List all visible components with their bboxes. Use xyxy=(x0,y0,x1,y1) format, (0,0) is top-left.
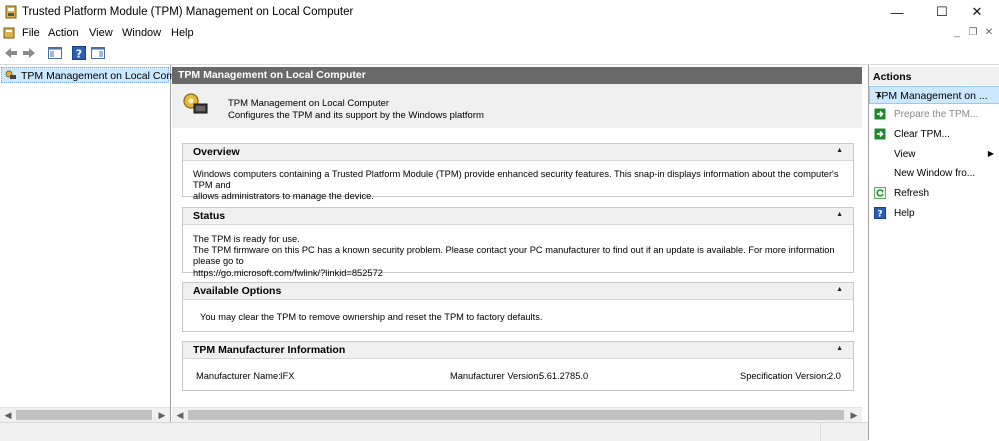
manufacturer-name-value: IFX xyxy=(280,371,295,381)
available-options-section-header[interactable]: Available Options ▲ xyxy=(183,283,853,300)
svg-text:?: ? xyxy=(76,48,82,61)
scroll-right-arrow-icon[interactable]: ▶ xyxy=(847,409,861,421)
console-tree: TPM Management on Local Comp ◀ ▶ xyxy=(0,65,181,422)
collapse-up-arrow-icon[interactable]: ▲ xyxy=(875,90,993,99)
menu-action[interactable]: Action xyxy=(48,27,79,39)
tpm-key-icon xyxy=(5,70,16,79)
status-line-3: https://go.microsoft.com/fwlink/?linkid=… xyxy=(193,267,383,278)
action-clear-tpm-label: Clear TPM... xyxy=(894,129,950,140)
minimize-button[interactable]: — xyxy=(875,0,919,24)
help-icon: ? xyxy=(874,207,886,219)
available-options-body: You may clear the TPM to remove ownershi… xyxy=(200,312,843,323)
actions-pane: Actions TPM Management on ... ▲ Prepare … xyxy=(868,65,999,440)
green-arrow-icon xyxy=(874,128,886,140)
collapse-caret-icon[interactable]: ▲ xyxy=(836,286,843,293)
show-hide-console-tree-icon[interactable] xyxy=(47,45,63,61)
tree-node-label: TPM Management on Local Comp xyxy=(21,70,181,82)
specification-version-value: 2.0 xyxy=(828,371,841,381)
available-options-line-1: You may clear the TPM to remove ownershi… xyxy=(200,312,543,322)
action-refresh-label: Refresh xyxy=(894,188,930,199)
actions-header: Actions xyxy=(869,67,999,85)
overview-title: Overview xyxy=(193,146,240,158)
manufacturer-version-value: 5.61.2785.0 xyxy=(539,371,589,381)
tpm-manufacturer-title: TPM Manufacturer Information xyxy=(193,344,346,356)
menu-view[interactable]: View xyxy=(89,27,113,39)
mdi-minimize-button[interactable]: _ xyxy=(950,27,964,39)
action-clear-tpm[interactable]: Clear TPM... xyxy=(869,125,999,145)
title-bar: Trusted Platform Module (TPM) Management… xyxy=(0,0,999,24)
tpm-chip-key-icon xyxy=(183,93,208,114)
menu-help[interactable]: Help xyxy=(171,27,194,39)
results-pane: TPM Management on Local Computer TPM Man… xyxy=(172,65,866,422)
results-pane-title: TPM Management on Local Computer xyxy=(178,69,366,81)
results-pane-header: TPM Management on Local Computer xyxy=(172,67,862,84)
overview-body: Windows computers containing a Trusted P… xyxy=(193,169,843,203)
intro-title: TPM Management on Local Computer xyxy=(228,98,390,109)
close-button[interactable]: ✕ xyxy=(955,0,999,24)
available-options-title: Available Options xyxy=(193,285,282,297)
scroll-thumb[interactable] xyxy=(16,410,152,420)
scroll-right-arrow-icon[interactable]: ▶ xyxy=(155,409,169,421)
action-prepare-tpm[interactable]: Prepare the TPM... xyxy=(869,105,999,125)
action-view[interactable]: View ▶ xyxy=(869,145,999,165)
green-arrow-icon xyxy=(874,108,886,120)
action-refresh[interactable]: Refresh xyxy=(869,184,999,204)
action-view-label: View xyxy=(894,149,916,160)
status-body: The TPM is ready for use. The TPM firmwa… xyxy=(193,234,843,279)
manufacturer-name-label: Manufacturer Name: xyxy=(196,371,281,381)
refresh-icon xyxy=(874,187,886,199)
menu-window[interactable]: Window xyxy=(122,27,161,39)
intro-description: Configures the TPM and its support by th… xyxy=(228,110,484,121)
submenu-arrow-icon: ▶ xyxy=(987,149,994,158)
available-options-section: Available Options ▲ You may clear the TP… xyxy=(182,282,854,332)
specification-version-label: Specification Version: xyxy=(740,371,829,381)
status-section-header[interactable]: Status ▲ xyxy=(183,208,853,225)
action-help[interactable]: ? Help xyxy=(869,204,999,224)
toolbar: ? xyxy=(0,42,999,65)
collapse-caret-icon[interactable]: ▲ xyxy=(836,147,843,154)
menu-bar: File Action View Window Help _ ❐ ✕ xyxy=(0,24,999,42)
overview-section-header[interactable]: Overview ▲ xyxy=(183,144,853,161)
manufacturer-version-label: Manufacturer Version: xyxy=(450,371,541,381)
mdi-restore-button[interactable]: ❐ xyxy=(966,27,980,39)
status-title: Status xyxy=(193,210,226,222)
status-bar-segment xyxy=(820,423,869,441)
action-new-window[interactable]: New Window fro... xyxy=(869,164,999,184)
mmc-app-icon xyxy=(5,5,17,19)
collapse-caret-icon[interactable]: ▲ xyxy=(836,345,843,352)
actions-header-label: Actions xyxy=(873,71,912,83)
svg-text:?: ? xyxy=(877,210,882,220)
status-section: Status ▲ The TPM is ready for use. The T… xyxy=(182,207,854,278)
scroll-thumb[interactable] xyxy=(188,410,844,420)
document-system-menu-icon[interactable] xyxy=(3,27,15,39)
action-prepare-tpm-label: Prepare the TPM... xyxy=(894,109,979,120)
tree-node-tpm-management[interactable]: TPM Management on Local Comp xyxy=(1,67,181,83)
collapse-caret-icon[interactable]: ▲ xyxy=(836,211,843,218)
status-line-1: The TPM is ready for use. xyxy=(193,234,300,244)
tpm-manufacturer-section: TPM Manufacturer Information ▲ Manufactu… xyxy=(182,341,854,391)
help-icon[interactable]: ? xyxy=(71,45,87,61)
status-bar xyxy=(0,422,868,441)
results-horizontal-scrollbar[interactable]: ◀ ▶ xyxy=(172,407,862,422)
overview-line-1: Windows computers containing a Trusted P… xyxy=(193,169,839,191)
scroll-left-arrow-icon[interactable]: ◀ xyxy=(1,409,15,421)
show-hide-action-pane-icon[interactable] xyxy=(90,45,106,61)
action-new-window-label: New Window fro... xyxy=(894,168,976,179)
forward-arrow-icon[interactable] xyxy=(21,45,37,61)
action-help-label: Help xyxy=(894,208,915,219)
scroll-left-arrow-icon[interactable]: ◀ xyxy=(173,409,187,421)
snapin-intro: TPM Management on Local Computer Configu… xyxy=(172,84,862,128)
back-arrow-icon[interactable] xyxy=(3,45,19,61)
tree-horizontal-scrollbar[interactable]: ◀ ▶ xyxy=(0,407,170,422)
window-title: Trusted Platform Module (TPM) Management… xyxy=(22,6,354,18)
menu-file[interactable]: File xyxy=(22,27,40,39)
overview-section: Overview ▲ Windows computers containing … xyxy=(182,143,854,201)
tpm-manufacturer-section-header[interactable]: TPM Manufacturer Information ▲ xyxy=(183,342,853,359)
mdi-close-button[interactable]: ✕ xyxy=(982,27,996,39)
overview-line-2: allows administrators to manage the devi… xyxy=(193,191,374,202)
actions-group-header[interactable]: TPM Management on ... ▲ xyxy=(869,86,999,104)
status-line-2: The TPM firmware on this PC has a known … xyxy=(193,245,835,267)
